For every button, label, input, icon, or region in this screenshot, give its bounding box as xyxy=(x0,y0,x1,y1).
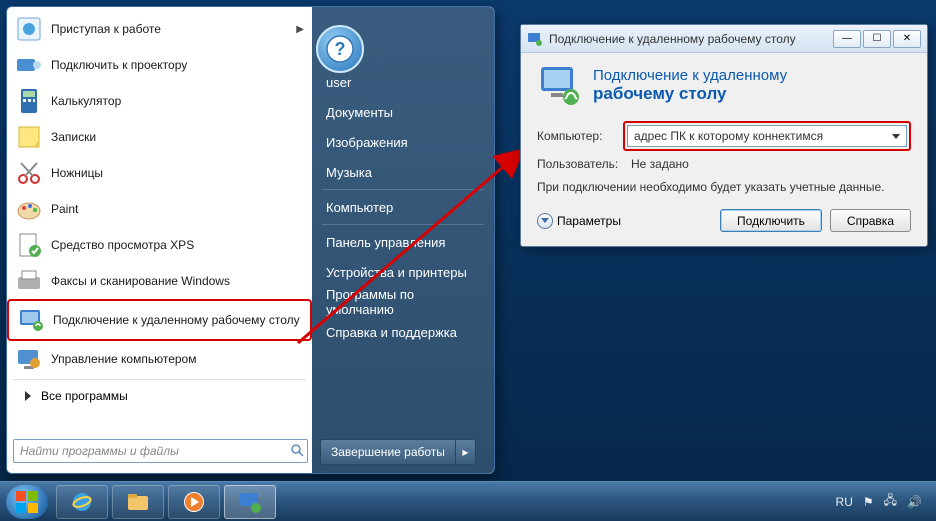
volume-icon[interactable]: 🔊 xyxy=(907,495,922,509)
rdp-window: Подключение к удаленному рабочему столу … xyxy=(520,24,928,247)
right-item-pictures[interactable]: Изображения xyxy=(312,127,494,157)
user-label: Пользователь: xyxy=(537,157,623,171)
start-button[interactable] xyxy=(6,485,48,519)
separator xyxy=(322,189,484,190)
taskbar-rdp[interactable] xyxy=(224,485,276,519)
separator xyxy=(13,379,306,380)
program-computer-mgmt[interactable]: Управление компьютером xyxy=(7,341,312,377)
rdp-header: Подключение к удаленному рабочему столу xyxy=(537,63,911,107)
ie-icon xyxy=(70,490,94,514)
program-fax-scan[interactable]: Факсы и сканирование Windows xyxy=(7,263,312,299)
rdp-user-row: Пользователь: Не задано xyxy=(537,157,911,171)
rdp-titlebar[interactable]: Подключение к удаленному рабочему столу … xyxy=(521,25,927,53)
language-indicator[interactable]: RU xyxy=(836,495,853,509)
rdp-title-icon xyxy=(527,31,543,47)
rdp-computer-row: Компьютер: адрес ПК к которому коннектим… xyxy=(537,121,911,151)
program-projector[interactable]: Подключить к проектору xyxy=(7,47,312,83)
right-item-computer[interactable]: Компьютер xyxy=(312,192,494,222)
program-sticky-notes[interactable]: Записки xyxy=(7,119,312,155)
user-value: Не задано xyxy=(631,157,689,171)
program-label: Управление компьютером xyxy=(51,352,196,366)
all-programs-label: Все программы xyxy=(41,389,128,403)
mgmt-icon xyxy=(15,345,43,373)
sticky-notes-icon xyxy=(15,123,43,151)
start-menu: Приступая к работе ▶ Подключить к проект… xyxy=(6,6,495,474)
shutdown-label: Завершение работы xyxy=(321,445,455,459)
params-label: Параметры xyxy=(557,214,621,228)
right-item-music[interactable]: Музыка xyxy=(312,157,494,187)
taskbar-explorer[interactable] xyxy=(112,485,164,519)
windows-logo-icon xyxy=(14,489,40,515)
taskbar-ie[interactable] xyxy=(56,485,108,519)
shutdown-button[interactable]: Завершение работы ▸ xyxy=(320,439,476,465)
params-toggle[interactable]: Параметры xyxy=(537,213,621,229)
chevron-right-icon: ▶ xyxy=(296,24,304,35)
program-label: Приступая к работе xyxy=(51,22,161,36)
search-input[interactable] xyxy=(13,439,308,463)
triangle-right-icon xyxy=(25,391,31,401)
program-label: Подключить к проектору xyxy=(51,58,187,72)
chevron-down-icon xyxy=(892,134,900,139)
maximize-button[interactable]: ☐ xyxy=(863,30,891,48)
explorer-icon xyxy=(126,490,150,514)
projector-icon xyxy=(15,51,43,79)
rdp-icon xyxy=(17,306,45,334)
search-icon xyxy=(290,443,306,459)
connect-button[interactable]: Подключить xyxy=(720,209,822,232)
right-item-default-programs[interactable]: Программы по умолчанию xyxy=(312,287,494,317)
program-calculator[interactable]: Калькулятор xyxy=(7,83,312,119)
program-label: Подключение к удаленному рабочему столу xyxy=(53,313,300,327)
rdp-heading: Подключение к удаленному рабочему столу xyxy=(593,67,787,104)
shutdown-arrow-icon[interactable]: ▸ xyxy=(455,440,475,464)
scissors-icon xyxy=(15,159,43,187)
fax-icon xyxy=(15,267,43,295)
program-label: Средство просмотра XPS xyxy=(51,238,194,252)
computer-field-highlight: адрес ПК к которому коннектимся xyxy=(623,121,911,151)
system-tray: RU ⚑ 🖧 🔊 xyxy=(836,491,930,512)
program-xps-viewer[interactable]: Средство просмотра XPS xyxy=(7,227,312,263)
xps-icon xyxy=(15,231,43,259)
rdp-body: Подключение к удаленному рабочему столу … xyxy=(521,53,927,246)
flag-icon[interactable]: ⚑ xyxy=(863,495,874,509)
program-label: Записки xyxy=(51,130,96,144)
taskbar: RU ⚑ 🖧 🔊 xyxy=(0,481,936,521)
minimize-button[interactable]: ― xyxy=(833,30,861,48)
help-avatar-icon: ? xyxy=(316,25,364,73)
program-getting-started[interactable]: Приступая к работе ▶ xyxy=(7,11,312,47)
rdp-title-text: Подключение к удаленному рабочему столу xyxy=(549,32,796,46)
program-remote-desktop[interactable]: Подключение к удаленному рабочему столу xyxy=(7,299,312,341)
program-label: Факсы и сканирование Windows xyxy=(51,274,230,288)
start-menu-left-pane: Приступая к работе ▶ Подключить к проект… xyxy=(7,7,312,473)
search-row xyxy=(7,433,312,469)
program-label: Ножницы xyxy=(51,166,103,180)
all-programs[interactable]: Все программы xyxy=(7,382,312,410)
start-menu-right-pane: ? user Документы Изображения Музыка Комп… xyxy=(312,7,494,473)
svg-text:?: ? xyxy=(335,39,346,59)
taskbar-media-player[interactable] xyxy=(168,485,220,519)
program-scissors[interactable]: Ножницы xyxy=(7,155,312,191)
close-button[interactable]: ✕ xyxy=(893,30,921,48)
chevron-down-icon xyxy=(537,213,553,229)
separator xyxy=(322,224,484,225)
right-item-control-panel[interactable]: Панель управления xyxy=(312,227,494,257)
rdp-icon xyxy=(238,490,262,514)
right-item-help[interactable]: Справка и поддержка xyxy=(312,317,494,347)
paint-icon xyxy=(15,195,43,223)
rdp-footer: Параметры Подключить Справка xyxy=(537,209,911,232)
wmp-icon xyxy=(182,490,206,514)
computer-label: Компьютер: xyxy=(537,129,623,143)
computer-combobox[interactable]: адрес ПК к которому коннектимся xyxy=(627,125,907,147)
getting-started-icon xyxy=(15,15,43,43)
program-paint[interactable]: Paint xyxy=(7,191,312,227)
rdp-note: При подключении необходимо будет указать… xyxy=(537,179,911,195)
help-button[interactable]: Справка xyxy=(830,209,911,232)
right-item-devices[interactable]: Устройства и принтеры xyxy=(312,257,494,287)
calculator-icon xyxy=(15,87,43,115)
program-label: Paint xyxy=(51,202,78,216)
program-label: Калькулятор xyxy=(51,94,121,108)
right-item-documents[interactable]: Документы xyxy=(312,97,494,127)
network-icon[interactable]: 🖧 xyxy=(884,491,897,512)
rdp-big-icon xyxy=(537,63,581,107)
computer-value: адрес ПК к которому коннектимся xyxy=(634,129,823,143)
